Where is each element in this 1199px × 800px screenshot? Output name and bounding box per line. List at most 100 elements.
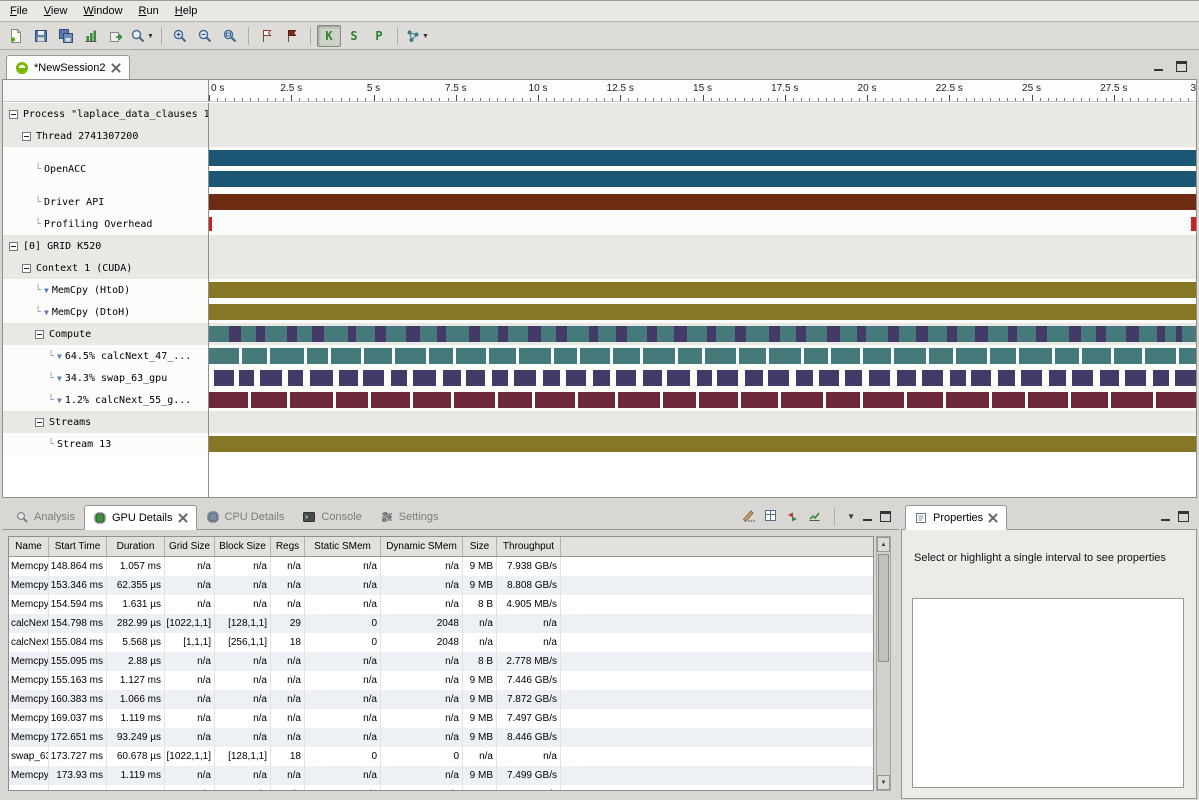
interval-bar[interactable]	[780, 326, 796, 342]
layout-button[interactable]	[763, 508, 778, 526]
interval-bar[interactable]	[827, 326, 840, 342]
track-kernel-swap-63[interactable]	[209, 367, 1196, 389]
interval-bar[interactable]	[209, 304, 1196, 320]
tree-row-stream-13[interactable]: └Stream 13	[3, 433, 208, 455]
interval-bar[interactable]	[371, 392, 410, 408]
interval-bar[interactable]	[894, 348, 926, 364]
column-header-static-smem[interactable]: Static SMem	[305, 537, 381, 556]
menu-view[interactable]: View	[36, 2, 76, 20]
minimize-button[interactable]	[862, 511, 873, 522]
interval-bar[interactable]	[618, 392, 660, 408]
column-header-size[interactable]: Size	[463, 537, 497, 556]
tree-row-context-1[interactable]: Context 1 (CUDA)	[3, 257, 208, 279]
close-icon[interactable]	[988, 513, 998, 523]
table-row[interactable]: Memcpy153.346 ms62.355 µsn/an/an/an/an/a…	[9, 576, 873, 595]
interval-bar[interactable]	[307, 348, 329, 364]
filter-icon[interactable]: ▼	[57, 396, 62, 405]
interval-bar[interactable]	[413, 392, 451, 408]
interval-bar[interactable]	[598, 326, 616, 342]
interval-bar[interactable]	[1182, 326, 1196, 342]
expander-minus-icon[interactable]	[9, 242, 18, 251]
interval-bar[interactable]	[863, 348, 891, 364]
interval-bar[interactable]	[845, 370, 863, 386]
track-openacc[interactable]	[209, 147, 1196, 191]
interval-bar[interactable]	[375, 326, 386, 342]
interval-bar[interactable]	[907, 392, 944, 408]
interval-bar[interactable]	[429, 348, 453, 364]
interval-bar[interactable]	[1021, 370, 1042, 386]
interval-bar[interactable]	[1036, 326, 1047, 342]
goto-previous-marker-button[interactable]	[255, 25, 279, 47]
interval-bar[interactable]	[768, 370, 790, 386]
interval-bar[interactable]	[391, 370, 408, 386]
interval-bar[interactable]	[863, 392, 903, 408]
interval-bar[interactable]	[1008, 326, 1017, 342]
interval-bar[interactable]	[395, 348, 427, 364]
interval-bar[interactable]	[443, 370, 461, 386]
interval-bar[interactable]	[857, 326, 866, 342]
column-header-start-time[interactable]: Start Time	[49, 537, 107, 556]
interval-bar[interactable]	[554, 348, 577, 364]
menu-run[interactable]: Run	[131, 2, 167, 20]
interval-bar[interactable]	[922, 370, 944, 386]
table-row[interactable]: Memcpy155.095 ms2.88 µsn/an/an/an/an/a8 …	[9, 652, 873, 671]
interval-bar[interactable]	[869, 370, 890, 386]
interval-bar[interactable]	[956, 348, 987, 364]
filter-icon[interactable]: ▼	[44, 308, 49, 317]
close-icon[interactable]	[178, 513, 188, 523]
interval-bar[interactable]	[514, 370, 536, 386]
interval-bar[interactable]	[580, 348, 610, 364]
table-row[interactable]: Memcpy173.93 ms1.119 msn/an/an/an/an/a9 …	[9, 766, 873, 785]
interval-bar[interactable]	[616, 326, 628, 342]
scroll-up-button[interactable]: ▲	[877, 537, 890, 552]
tab-newsession2[interactable]: *NewSession2	[6, 55, 130, 79]
tree-row-kernel-swap-63[interactable]: └▼34.3% swap_63_gpu	[3, 367, 208, 389]
interval-bar[interactable]	[1049, 370, 1066, 386]
interval-bar[interactable]	[413, 370, 436, 386]
filter-icon[interactable]: ▼	[44, 286, 49, 295]
analysis-button[interactable]: ▼	[404, 25, 430, 47]
tree-row-process[interactable]: Process "laplace_data_clauses 10...	[3, 103, 208, 125]
stream-toggle-button[interactable]: S	[342, 25, 366, 47]
track-memcpy-dtoh[interactable]	[209, 301, 1196, 323]
interval-bar[interactable]	[1114, 348, 1142, 364]
interval-bar[interactable]	[214, 370, 234, 386]
table-row[interactable]: calcNext154.798 ms282.99 µs[1022,1,1][12…	[9, 614, 873, 633]
zoom-fit-button[interactable]	[218, 25, 242, 47]
minimize-button[interactable]	[1153, 61, 1164, 72]
close-icon[interactable]	[111, 63, 121, 73]
interval-bar[interactable]	[287, 326, 297, 342]
interval-bar[interactable]	[928, 326, 948, 342]
interval-bar[interactable]	[705, 348, 736, 364]
interval-bar[interactable]	[735, 326, 746, 342]
interval-bar[interactable]	[1028, 392, 1067, 408]
interval-bar[interactable]	[888, 326, 899, 342]
expander-minus-icon[interactable]	[35, 418, 44, 427]
table-row[interactable]: Memcpy155.163 ms1.127 msn/an/an/an/an/a9…	[9, 671, 873, 690]
interval-bar[interactable]	[290, 392, 333, 408]
track-driver-api[interactable]	[209, 191, 1196, 213]
interval-bar[interactable]	[209, 326, 229, 342]
interval-bar[interactable]	[1191, 217, 1196, 231]
interval-bar[interactable]	[769, 326, 781, 342]
interval-bar[interactable]	[769, 348, 802, 364]
interval-bar[interactable]	[1156, 392, 1196, 408]
interval-bar[interactable]	[613, 348, 641, 364]
track-kernel-calcnext-55[interactable]	[209, 389, 1196, 411]
maximize-button[interactable]	[1176, 61, 1187, 72]
interval-bar[interactable]	[657, 326, 674, 342]
track-thread[interactable]	[209, 125, 1196, 147]
interval-bar[interactable]	[270, 348, 304, 364]
tab-cpu-details[interactable]: CPU Details	[197, 504, 294, 529]
interval-bar[interactable]	[796, 370, 813, 386]
interval-bar[interactable]	[446, 326, 469, 342]
interval-bar[interactable]	[687, 326, 708, 342]
interval-bar[interactable]	[739, 348, 766, 364]
expander-minus-icon[interactable]	[9, 110, 18, 119]
interval-bar[interactable]	[256, 326, 265, 342]
report-button[interactable]	[79, 25, 103, 47]
interval-bar[interactable]	[1096, 326, 1106, 342]
interval-bar[interactable]	[741, 392, 779, 408]
interval-bar[interactable]	[331, 348, 361, 364]
interval-bar[interactable]	[209, 217, 212, 231]
